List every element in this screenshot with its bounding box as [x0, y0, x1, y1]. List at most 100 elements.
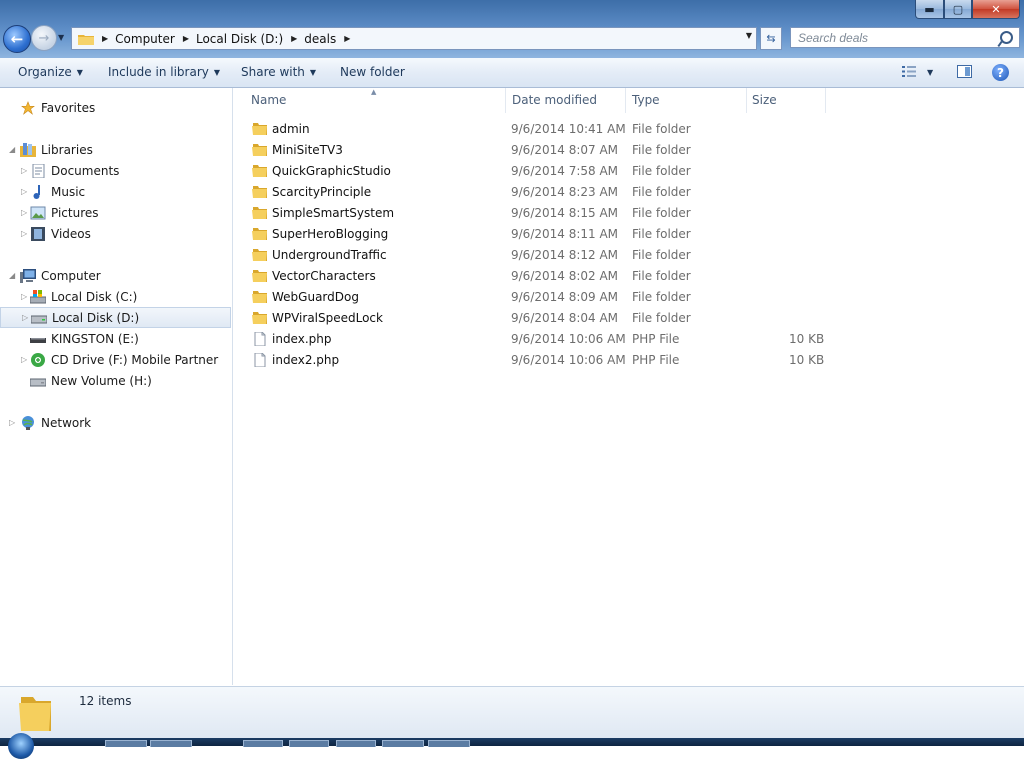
file-type: File folder — [632, 143, 691, 157]
sidebar-item-new-volume-h[interactable]: New Volume (H:) — [0, 370, 231, 391]
sidebar-item-label: New Volume (H:) — [51, 373, 152, 388]
search-input[interactable] — [791, 28, 998, 47]
file-row[interactable]: ScarcityPrinciple 9/6/2014 8:23 AM File fo… — [247, 182, 847, 203]
file-row[interactable]: MiniSiteTV3 9/6/2014 8:07 AM File folder — [247, 140, 847, 161]
file-type: PHP File — [632, 332, 680, 346]
expand-arrow-icon[interactable]: ▷ — [21, 187, 27, 196]
command-bar: Organize ▼ Include in library ▼ Share with… — [0, 58, 1024, 88]
file-date-modified: 9/6/2014 8:23 AM — [511, 185, 619, 199]
sidebar-item-documents[interactable]: ▷ Documents — [0, 160, 231, 181]
file-name: SuperHeroBlogging — [272, 227, 389, 241]
title-bar: ▬ ▢ ✕ ← → ▼ ▶ Computer ▶ Local Disk (D:)… — [0, 0, 1024, 58]
breadcrumb-arrow-icon[interactable]: ▶ — [183, 34, 189, 43]
views-dropdown-icon[interactable]: ▼ — [927, 68, 933, 77]
sidebar-item-pictures[interactable]: ▷ Pictures — [0, 202, 231, 223]
start-button[interactable] — [8, 733, 34, 759]
folder-icon — [252, 291, 267, 303]
file-type: File folder — [632, 227, 691, 241]
sidebar-item-favorites[interactable]: Favorites — [0, 97, 231, 118]
recent-pages-dropdown[interactable]: ▼ — [58, 33, 64, 42]
sidebar-item-computer[interactable]: ◢ Computer — [0, 265, 231, 286]
breadcrumb-arrow-icon[interactable]: ▶ — [344, 34, 350, 43]
new-folder-button[interactable]: New folder — [340, 65, 405, 79]
expand-arrow-icon[interactable]: ▷ — [21, 355, 27, 364]
sidebar-item-label: CD Drive (F:) Mobile Partner — [51, 352, 219, 367]
search-icon[interactable] — [1000, 31, 1013, 44]
file-row[interactable]: SimpleSmartSystem 9/6/2014 8:15 AM File fo… — [247, 203, 847, 224]
file-date-modified: 9/6/2014 10:41 AM — [511, 122, 626, 136]
organize-button[interactable]: Organize ▼ — [18, 65, 83, 79]
file-size: 10 KB — [789, 332, 825, 346]
chevron-down-icon: ▼ — [76, 68, 83, 77]
address-bar[interactable]: ▶ Computer ▶ Local Disk (D:) ▶ deals ▶ ▼ — [71, 27, 757, 50]
help-icon[interactable]: ? — [992, 64, 1009, 81]
folder-icon — [252, 144, 267, 156]
breadcrumb-deals[interactable]: deals — [304, 32, 336, 46]
navigation-pane[interactable]: Favorites ◢ Libraries ▷ Documents ▷ Musi… — [0, 88, 233, 685]
file-row[interactable]: WebGuardDog 9/6/2014 8:09 AM File folder — [247, 287, 847, 308]
breadcrumb-arrow-icon[interactable]: ▶ — [102, 34, 108, 43]
sidebar-item-libraries[interactable]: ◢ Libraries — [0, 139, 231, 160]
file-type: File folder — [632, 122, 691, 136]
share-with-button[interactable]: Share with ▼ — [241, 65, 316, 79]
file-row[interactable]: SuperHeroBlogging 9/6/2014 8:11 AM File fo… — [247, 224, 847, 245]
file-date-modified: 9/6/2014 8:09 AM — [511, 290, 619, 304]
file-row[interactable]: admin 9/6/2014 10:41 AM File folder — [247, 119, 847, 140]
php-file-icon — [254, 332, 266, 346]
column-header-name[interactable]: Name — [245, 88, 506, 113]
file-type: File folder — [632, 290, 691, 304]
cd-drive-icon — [31, 352, 45, 367]
expand-arrow-icon[interactable]: ▷ — [21, 292, 27, 301]
expand-arrow-icon[interactable]: ▷ — [21, 166, 27, 175]
file-row[interactable]: index2.php 9/6/2014 10:06 AM PHP File 10 KB — [247, 350, 847, 371]
sidebar-item-cd-drive-f[interactable]: ▷ CD Drive (F:) Mobile Partner — [0, 349, 231, 370]
sidebar-item-music[interactable]: ▷ Music — [0, 181, 231, 202]
file-name: VectorCharacters — [272, 269, 376, 283]
expand-arrow-icon[interactable]: ▷ — [9, 418, 15, 427]
file-row[interactable]: VectorCharacters 9/6/2014 8:02 AM File fol… — [247, 266, 847, 287]
folder-icon — [252, 186, 267, 198]
file-row[interactable]: UndergroundTraffic 9/6/2014 8:12 AM File f… — [247, 245, 847, 266]
change-view-icon[interactable] — [902, 66, 916, 77]
folder-icon — [252, 123, 267, 135]
breadcrumb-local-disk-d[interactable]: Local Disk (D:) — [196, 32, 283, 46]
file-row[interactable]: index.php 9/6/2014 10:06 AM PHP File 10 KB — [247, 329, 847, 350]
refresh-button[interactable]: ⇆ — [760, 27, 782, 50]
back-button[interactable]: ← — [3, 25, 31, 53]
sidebar-item-videos[interactable]: ▷ Videos — [0, 223, 231, 244]
breadcrumb-arrow-icon[interactable]: ▶ — [291, 34, 297, 43]
expand-arrow-icon[interactable]: ▷ — [21, 229, 27, 238]
file-type: File folder — [632, 269, 691, 283]
breadcrumb-computer[interactable]: Computer — [115, 32, 175, 46]
preview-pane-icon[interactable] — [957, 65, 972, 78]
column-header-size[interactable]: Size — [746, 88, 826, 113]
videos-icon — [31, 226, 45, 241]
sidebar-item-local-disk-d[interactable]: ▷ Local Disk (D:) — [0, 307, 231, 328]
include-in-library-button[interactable]: Include in library ▼ — [108, 65, 220, 79]
column-header-date-modified[interactable]: Date modified — [506, 88, 626, 113]
file-name: WPViralSpeedLock — [272, 311, 383, 325]
file-name: WebGuardDog — [272, 290, 359, 304]
sidebar-item-label: Pictures — [51, 205, 99, 220]
forward-button[interactable]: → — [31, 25, 57, 51]
share-label: Share with — [241, 65, 305, 79]
file-row[interactable]: QuickGraphicStudio 9/6/2014 7:58 AM File f… — [247, 161, 847, 182]
sidebar-item-network[interactable]: ▷ Network — [0, 412, 231, 433]
collapse-arrow-icon[interactable]: ◢ — [9, 271, 15, 280]
minimize-button[interactable]: ▬ — [915, 0, 944, 19]
file-list[interactable]: ▲ Name Date modified Type Size admin 9/6/… — [233, 88, 1024, 685]
search-box[interactable] — [790, 27, 1020, 48]
column-header-type[interactable]: Type — [626, 88, 747, 113]
collapse-arrow-icon[interactable]: ◢ — [9, 145, 15, 154]
maximize-button[interactable]: ▢ — [944, 0, 972, 19]
close-button[interactable]: ✕ — [972, 0, 1020, 19]
file-date-modified: 9/6/2014 8:12 AM — [511, 248, 619, 262]
file-name: SimpleSmartSystem — [272, 206, 395, 220]
expand-arrow-icon[interactable]: ▷ — [22, 313, 28, 322]
sidebar-item-local-disk-c[interactable]: ▷ Local Disk (C:) — [0, 286, 231, 307]
file-row[interactable]: WPViralSpeedLock 9/6/2014 8:04 AM File fol… — [247, 308, 847, 329]
file-type: File folder — [632, 311, 691, 325]
sidebar-item-kingston-e[interactable]: KINGSTON (E:) — [0, 328, 231, 349]
address-dropdown-icon[interactable]: ▼ — [746, 31, 752, 40]
expand-arrow-icon[interactable]: ▷ — [21, 208, 27, 217]
